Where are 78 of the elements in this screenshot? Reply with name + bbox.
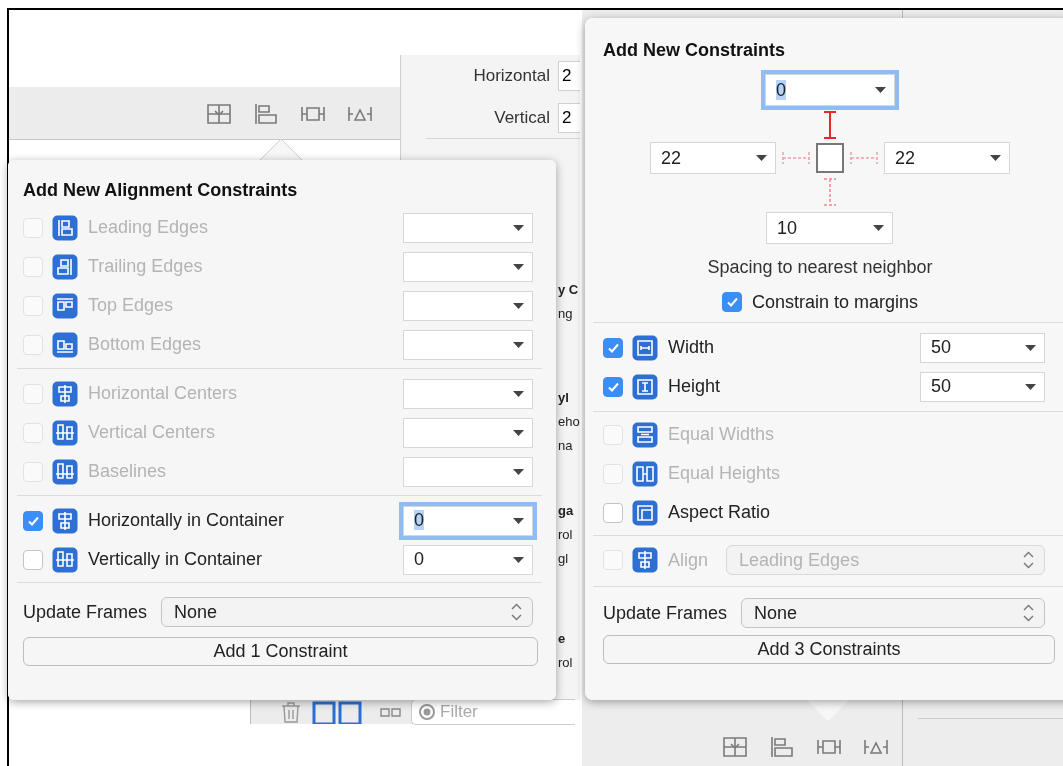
number-field[interactable]: 2 [558, 61, 580, 91]
add-constraint-button[interactable]: Add 1 Constraint [23, 637, 538, 666]
section-heading: ga [558, 503, 574, 518]
option-label: Equal Widths [668, 424, 775, 445]
section-heading: yl [558, 390, 569, 405]
checkbox[interactable] [721, 292, 742, 312]
checkbox[interactable] [23, 510, 43, 531]
align-icon[interactable] [254, 102, 278, 125]
inspector-text: ng [558, 306, 573, 321]
update-frames-label: Update Frames [603, 602, 728, 624]
caret-icon [513, 302, 524, 309]
option-label: Equal Heights [668, 463, 781, 484]
option-label: Constrain to margins [751, 291, 919, 313]
field-label: Vertical [494, 108, 550, 128]
caret-icon [513, 390, 524, 397]
inspector-text: rol [558, 527, 573, 542]
caret-icon [513, 263, 524, 270]
popover-title: Add New Alignment Constraints [23, 179, 299, 202]
caret-icon [875, 87, 886, 93]
option-label: Horizontally in Container [88, 510, 285, 531]
update-frames-label: Update Frames [23, 601, 148, 623]
dropdown-field[interactable]: 50 [920, 371, 1045, 402]
filter-icon [418, 703, 436, 721]
stepper-icon [1023, 551, 1034, 569]
dropdown-field[interactable]: 0 [403, 544, 533, 575]
number-field[interactable]: 2 [558, 103, 580, 133]
checkbox[interactable] [23, 549, 43, 570]
option-label: Baselines [88, 461, 167, 482]
stack-icon[interactable] [207, 102, 231, 125]
view-square [816, 143, 844, 173]
add-constraints-button[interactable]: Add 3 Constraints [603, 635, 1055, 664]
caret-icon [513, 556, 524, 563]
option-label: Vertical Centers [88, 422, 216, 443]
caret-icon [873, 225, 884, 231]
checkbox[interactable] [603, 376, 623, 397]
caret-icon [1025, 344, 1036, 351]
option-label: Align [668, 549, 709, 571]
checkbox[interactable] [603, 337, 623, 358]
dropdown-field[interactable]: 10 [766, 212, 893, 244]
stepper-icon [511, 603, 522, 621]
caret-icon [1025, 383, 1036, 390]
stack-icon[interactable] [723, 736, 747, 758]
section-heading: y C [558, 282, 579, 297]
inspector-text: na [558, 438, 573, 453]
popover-title: Add New Constraints [603, 39, 786, 62]
inspector-text: gl [558, 551, 569, 566]
option-label: Width [668, 337, 714, 358]
option-label: Vertically in Container [88, 549, 263, 570]
option-label: Top Edges [88, 295, 174, 316]
option-label: Trailing Edges [88, 256, 203, 277]
option-label: Aspect Ratio [668, 502, 771, 523]
trash-icon [280, 701, 302, 723]
caret-icon [513, 429, 524, 436]
field-label: Horizontal [473, 66, 550, 86]
caret-icon [756, 155, 767, 161]
caret-icon [990, 155, 1001, 161]
popup-button[interactable]: None [741, 598, 1045, 628]
caret-icon [513, 224, 524, 231]
align-icon[interactable] [770, 736, 794, 758]
caret-icon [513, 517, 524, 524]
caret-icon [513, 341, 524, 348]
panel-icon [312, 700, 362, 724]
grid-icon [380, 706, 401, 718]
option-label: Horizontal Centers [88, 383, 238, 404]
dropdown-field[interactable]: 50 [920, 332, 1045, 363]
stepper-icon [1023, 604, 1034, 622]
popup-button[interactable]: None [161, 597, 533, 627]
caret-icon [513, 468, 524, 475]
option-label: Height [668, 376, 721, 397]
inspector-text: rol [558, 655, 573, 670]
option-label: Leading Edges [88, 217, 209, 238]
dropdown-field[interactable]: 22 [884, 142, 1010, 174]
option-label: Bottom Edges [88, 334, 202, 355]
spacing-caption: Spacing to nearest neighbor [706, 256, 934, 279]
inspector-text: eho [558, 414, 580, 429]
dropdown-field[interactable]: 22 [650, 142, 776, 174]
section-heading: e [558, 631, 566, 646]
checkbox[interactable] [603, 502, 623, 523]
